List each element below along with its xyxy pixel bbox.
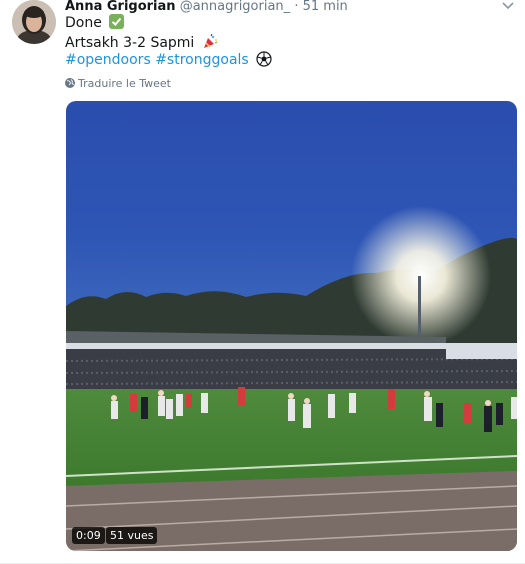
video-player[interactable]: 0:09 51 vues: [66, 101, 517, 551]
video-view-count: 51 vues: [106, 527, 158, 544]
tweet-text-done: Done: [65, 15, 102, 31]
video-duration: 0:09: [72, 527, 105, 544]
party-popper-icon: [203, 34, 218, 48]
separator-dot: ·: [294, 0, 299, 14]
translate-tweet-link[interactable]: Traduire le Tweet: [65, 77, 171, 90]
video-frame: [66, 206, 517, 551]
author-handle[interactable]: @annagrigorian_: [180, 0, 291, 14]
tweet[interactable]: Anna Grigorian @annagrigorian_ · 51 min …: [0, 0, 525, 564]
translate-label: Traduire le Tweet: [78, 77, 171, 90]
tweet-text-score: Artsakh 3-2 Sapmi: [65, 35, 195, 51]
tweet-text-line-3: #opendoors #stronggoals: [65, 51, 272, 70]
avatar[interactable]: [12, 0, 56, 44]
globe-icon: [65, 78, 75, 88]
author-name[interactable]: Anna Grigorian: [65, 0, 176, 14]
hashtag-opendoors[interactable]: #opendoors: [65, 52, 151, 68]
white-heavy-check-mark-icon: [109, 14, 125, 29]
tweet-header: Anna Grigorian @annagrigorian_ · 51 min: [65, 0, 348, 15]
hashtag-stronggoals[interactable]: #stronggoals: [155, 52, 249, 68]
soccer-ball-icon: [256, 51, 272, 67]
tweet-text-line-1: Done: [65, 14, 125, 33]
chevron-down-icon[interactable]: [501, 0, 515, 12]
tweet-timestamp[interactable]: 51 min: [303, 0, 348, 14]
